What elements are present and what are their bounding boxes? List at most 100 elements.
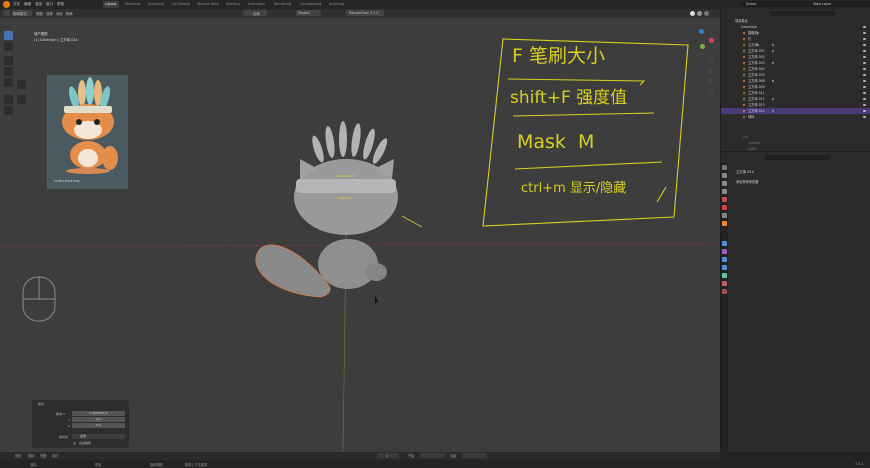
tab-compositing[interactable]: Compositing [298,1,323,8]
camera-view-icon[interactable] [708,78,714,84]
shading-rendered-icon[interactable] [704,11,709,16]
menu-view[interactable]: 视图 [36,11,43,16]
material-tab-icon[interactable] [722,281,727,286]
zoom-icon[interactable] [708,58,714,64]
tab-rendering[interactable]: Rendering [272,1,293,8]
tool-move[interactable] [4,56,13,65]
eye-icon[interactable] [863,110,866,112]
tool-cursor[interactable] [4,42,13,51]
tab-shading[interactable]: Shading [224,1,242,8]
physics-tab-icon[interactable] [722,257,727,262]
world-tab-icon[interactable] [722,205,727,210]
timeline-playback[interactable]: 回放 [15,453,21,458]
proportional-label: 衰减编辑 [79,441,92,445]
view-layer-tab-icon[interactable] [722,189,727,194]
tab-uv-editing[interactable]: UV Editing [170,1,192,8]
timeline-keying[interactable]: 插帧 [28,453,34,458]
add-modifier-dropdown[interactable]: 添加物体修改器 [736,179,758,184]
eye-icon[interactable] [863,98,866,100]
fox-model [255,121,423,298]
menu-file[interactable]: 文件 [13,1,20,8]
addon-models-label: Models [298,10,310,15]
object-type-icon [743,109,745,113]
tool-tab-icon[interactable] [722,165,727,170]
tool-add-cube[interactable] [17,80,26,89]
mode-label: 物体模式 [13,11,27,16]
proportional-checkbox[interactable] [73,442,76,445]
eye-icon[interactable] [863,116,866,118]
timeline-start-field[interactable] [420,453,445,458]
tab-scripting[interactable]: Scripting [327,1,346,8]
gizmo-y-axis-icon[interactable] [700,44,705,49]
status-select: 选择 [30,463,37,467]
frame-field[interactable]: 1 [377,453,399,458]
eye-icon[interactable] [863,62,866,64]
scene-tab-icon[interactable] [722,197,727,202]
pan-hand-icon[interactable] [708,68,714,74]
view-layer-selector[interactable]: View Layer [805,1,870,7]
tool-rotate[interactable] [4,67,13,76]
render-tab-icon[interactable] [722,173,727,178]
tool-scale[interactable] [4,78,13,87]
menu-edit[interactable]: 编辑 [24,1,31,8]
tab-sculpting[interactable]: Sculpting [146,1,166,8]
texture-tab-icon[interactable] [722,289,727,294]
gizmo-z-axis-icon[interactable] [699,29,704,34]
eye-icon[interactable] [863,80,866,82]
eye-icon[interactable] [863,44,866,46]
tab-modeling[interactable]: Modeling [123,1,142,8]
collection-tab-icon[interactable] [722,213,727,218]
data-tab-icon[interactable] [722,273,727,278]
constraints-tab-icon[interactable] [722,265,727,270]
ortho-grid-icon[interactable] [708,88,714,94]
menu-help[interactable]: 帮助 [57,1,64,8]
shading-material-icon[interactable] [697,11,702,16]
properties-search[interactable] [765,155,830,160]
menu-add[interactable]: 添加 [56,11,63,16]
eye-icon[interactable] [863,50,866,52]
gizmo-x-axis-icon[interactable] [709,38,714,43]
menu-render[interactable]: 渲染 [35,1,42,8]
eye-icon[interactable] [863,92,866,94]
tool-annotate[interactable] [4,95,13,104]
eye-icon[interactable] [863,38,866,40]
particles-tab-icon[interactable] [722,249,727,254]
modifier-tab-icon[interactable] [722,241,727,246]
eye-icon[interactable] [863,32,866,34]
shading-solid-icon[interactable] [690,11,695,16]
tab-layout[interactable]: Layout [103,1,119,8]
editor-type-button[interactable] [3,10,10,16]
modifier-icon [772,80,774,83]
move-z-field[interactable]: 0 m [72,423,125,428]
scene-selector[interactable]: Scene [740,1,806,7]
menu-select[interactable]: 选择 [46,11,53,16]
item-label: 球体 [748,115,755,119]
move-y-field[interactable]: 0 m [72,417,125,422]
menu-object[interactable]: 物体 [66,11,73,16]
blender-logo-icon[interactable] [3,1,10,8]
tool-measure-b[interactable] [17,95,26,104]
eye-icon[interactable] [863,26,866,28]
timeline-marker[interactable]: 标记 [52,453,58,458]
timeline-view[interactable]: 视图 [40,453,46,458]
eye-icon[interactable] [863,104,866,106]
eye-icon[interactable] [863,74,866,76]
eye-icon[interactable] [863,68,866,70]
eye-icon[interactable] [863,86,866,88]
outliner-search[interactable] [770,11,835,16]
menu-window[interactable]: 窗口 [46,1,53,8]
tool-select[interactable] [4,31,13,40]
tool-measure[interactable] [4,106,13,115]
outliner-item[interactable]: 球体 [721,114,870,120]
object-tab-icon[interactable] [722,221,727,226]
adjust-panel-title[interactable]: 移动 [38,402,44,406]
tab-animation[interactable]: Animation [246,1,267,8]
move-x-field[interactable]: 0.000236 m [72,411,125,416]
retopoflow-label: RetopoFlow 3.1.0 [349,10,379,15]
orientation-field[interactable]: 全局 [72,434,125,439]
modifier-icon [757,44,759,47]
tab-texture-paint[interactable]: Texture Paint [195,1,221,8]
eye-icon[interactable] [863,56,866,58]
output-tab-icon[interactable] [722,181,727,186]
timeline-end-field[interactable] [462,453,487,458]
